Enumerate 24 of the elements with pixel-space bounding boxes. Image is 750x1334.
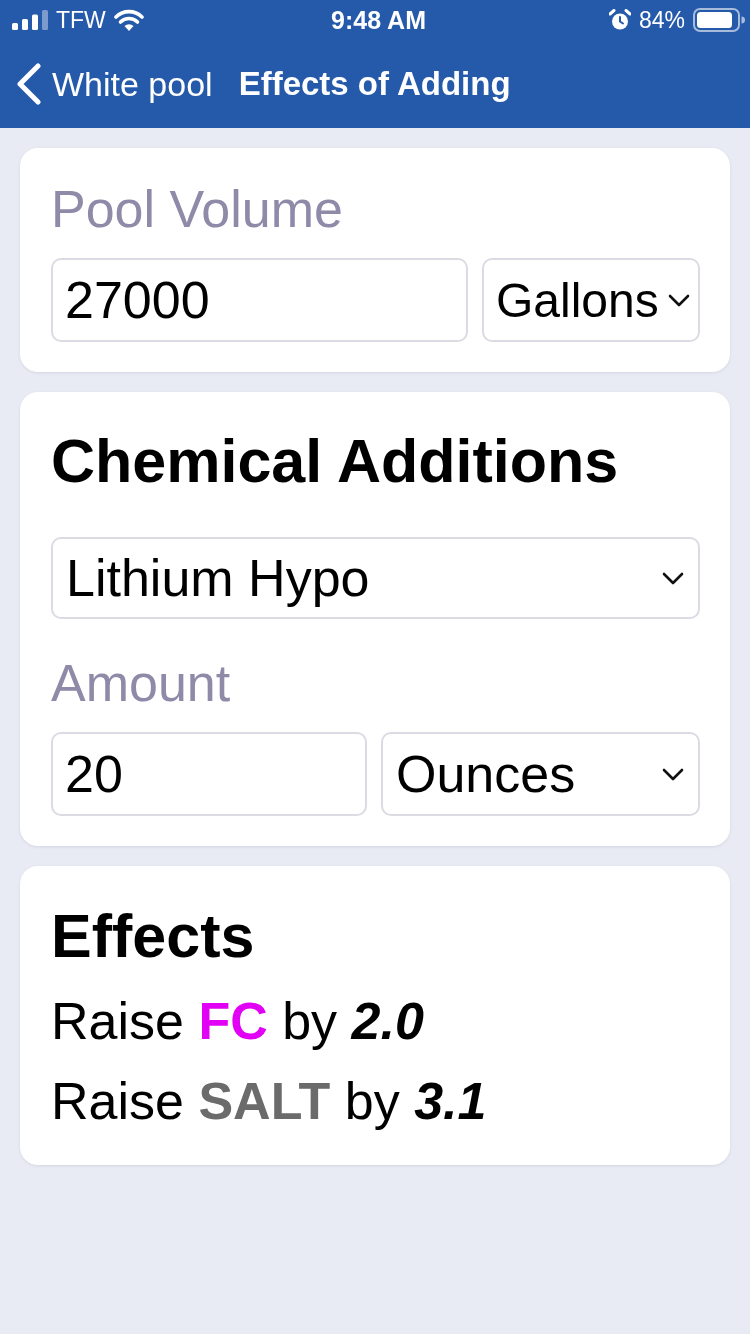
- carrier-name: TFW: [56, 6, 106, 34]
- card-title: Effects: [51, 901, 256, 971]
- amount-unit-dropdown[interactable]: Ounces: [381, 732, 700, 816]
- alarm-clock-icon: [608, 9, 631, 31]
- battery-icon: [693, 8, 745, 32]
- wifi-icon: [113, 9, 144, 31]
- card-title: Chemical Additions: [51, 426, 620, 496]
- effect-text: Raise SALT by 3.1: [51, 1071, 488, 1131]
- page-title: Effects of Adding: [238, 64, 511, 104]
- chevron-down-icon: [668, 293, 690, 307]
- chevron-down-icon: [662, 571, 684, 585]
- chemical-dropdown[interactable]: Lithium Hypo: [51, 537, 700, 619]
- field-label: Pool Volume: [51, 179, 344, 239]
- volume-input[interactable]: 27000: [51, 258, 468, 342]
- volume-unit-dropdown[interactable]: Gallons: [482, 258, 700, 342]
- chevron-down-icon: [662, 767, 684, 781]
- amount-input[interactable]: 20: [51, 732, 367, 816]
- effect-text: Raise FC by 2.0: [51, 991, 425, 1051]
- status-time: 9:48 AM: [331, 6, 426, 34]
- chevron-left-icon: [16, 63, 42, 105]
- battery-percent: 84%: [638, 6, 685, 34]
- back-button[interactable]: White pool: [16, 63, 213, 105]
- signal-icon: [12, 10, 48, 30]
- field-label: Amount: [51, 653, 232, 713]
